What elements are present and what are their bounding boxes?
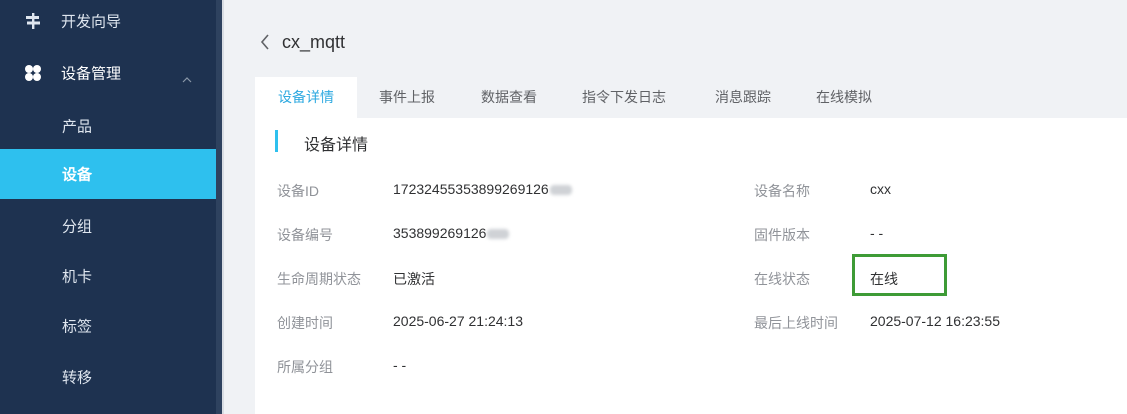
redaction-blur: [487, 229, 510, 240]
signpost-icon: [24, 12, 42, 30]
tab-device-details[interactable]: 设备详情: [255, 77, 357, 118]
field-label-group: 所属分组: [277, 359, 333, 375]
field-value-device-id: 17232455353899269126: [393, 181, 572, 197]
field-value-firmware-version: - -: [870, 225, 884, 241]
tab-online-simulation[interactable]: 在线模拟: [802, 77, 886, 118]
sidebar-item-label: 产品: [62, 118, 93, 136]
field-label-created-time: 创建时间: [277, 315, 333, 331]
field-value-last-online-time: 2025-07-12 16:23:55: [870, 313, 1000, 329]
chevron-up-icon[interactable]: [182, 70, 192, 83]
sidebar-item-sim-cards[interactable]: 机卡: [0, 251, 216, 301]
sidebar-item-dev-guide[interactable]: 开发向导: [0, 0, 216, 46]
sidebar-item-transfer[interactable]: 转移: [0, 352, 216, 402]
sidebar-item-label: 转移: [62, 369, 93, 387]
sidebar-item-groups[interactable]: 分组: [0, 201, 216, 251]
field-value-device-name: cxx: [870, 181, 891, 197]
tab-data-view[interactable]: 数据查看: [467, 77, 551, 118]
redaction-blur: [549, 185, 572, 196]
back-arrow-icon[interactable]: [260, 34, 270, 50]
sidebar-item-products[interactable]: 产品: [0, 101, 216, 151]
sidebar-item-label: 设备管理: [61, 65, 122, 83]
field-value-created-time: 2025-06-27 21:24:13: [393, 313, 523, 329]
tab-command-log[interactable]: 指令下发日志: [569, 77, 679, 118]
page-title: cx_mqtt: [282, 32, 346, 52]
field-label-online-status: 在线状态: [754, 271, 810, 287]
field-value-lifecycle-status: 已激活: [393, 271, 435, 287]
field-label-firmware-version: 固件版本: [754, 227, 810, 243]
field-label-lifecycle-status: 生命周期状态: [277, 271, 361, 287]
sidebar-item-label: 标签: [62, 318, 93, 336]
main-content: cx_mqtt 设备详情 事件上报 数据查看 指令下发日志 消息跟踪 在线模拟 …: [224, 0, 1127, 414]
sidebar-item-devices[interactable]: 设备: [0, 149, 216, 199]
tab-event-reports[interactable]: 事件上报: [365, 77, 449, 118]
tab-bar: 设备详情 事件上报 数据查看 指令下发日志 消息跟踪 在线模拟: [255, 77, 1127, 118]
field-value-group: - -: [393, 357, 407, 373]
field-value-device-number: 353899269126: [393, 225, 510, 241]
sidebar-item-label: 设备: [62, 166, 93, 184]
details-card: 设备详情 设备ID 17232455353899269126 设备编号 3538…: [255, 118, 1127, 414]
sidebar-item-label: 机卡: [62, 268, 93, 286]
sidebar-item-label: 开发向导: [61, 13, 122, 31]
sidebar: 开发向导 设备管理 产品 设备 分组 机卡 标签 转移: [0, 0, 216, 414]
field-label-device-id: 设备ID: [277, 183, 319, 199]
section-title: 设备详情: [304, 137, 369, 154]
sidebar-item-label: 分组: [62, 218, 93, 236]
field-label-last-online-time: 最后上线时间: [754, 315, 838, 331]
grid-clover-icon: [24, 64, 42, 82]
sidebar-item-tags[interactable]: 标签: [0, 301, 216, 351]
field-label-device-name: 设备名称: [754, 183, 810, 199]
field-label-device-number: 设备编号: [277, 227, 333, 243]
sidebar-item-device-management[interactable]: 设备管理: [0, 48, 216, 98]
online-status-highlight: [852, 254, 947, 296]
section-accent-bar: [275, 130, 278, 152]
tab-message-trace[interactable]: 消息跟踪: [701, 77, 785, 118]
